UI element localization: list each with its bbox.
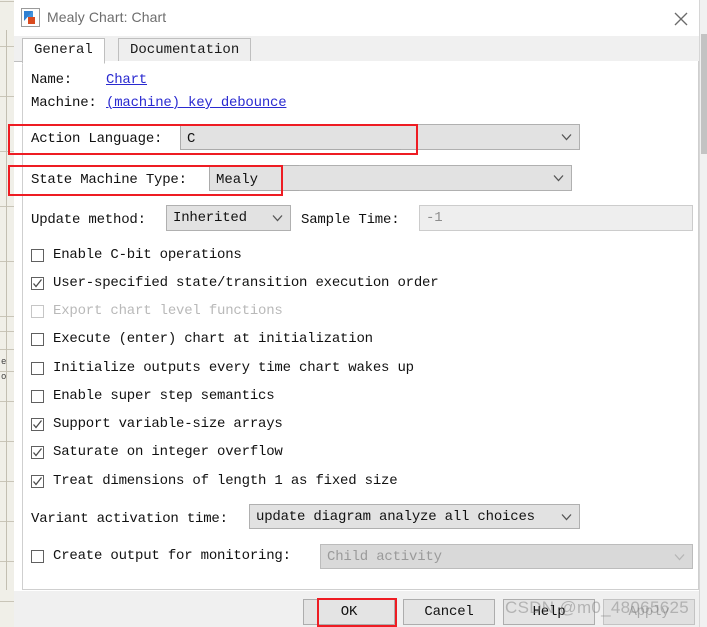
ok-button[interactable]: OK <box>303 599 395 625</box>
background-row <box>0 0 14 2</box>
background-row <box>0 440 14 442</box>
checkbox-box <box>31 445 44 459</box>
close-icon[interactable] <box>661 4 701 32</box>
sample-time-value: -1 <box>426 210 443 226</box>
checkbox-support-variable-size-arrays[interactable]: Support variable-size arrays <box>31 414 283 434</box>
checkbox-label: Enable super step semantics <box>53 388 275 404</box>
checkbox-user-specified-execution-order[interactable]: User-specified state/transition executio… <box>31 273 439 293</box>
background-row <box>0 95 14 97</box>
checkbox-box <box>31 361 44 375</box>
checkbox-label: Execute (enter) chart at initialization <box>53 331 373 347</box>
checkbox-box <box>31 304 44 318</box>
background-row <box>0 205 14 207</box>
background-row <box>0 150 14 152</box>
checkbox-enable-c-bit-operations[interactable]: Enable C-bit operations <box>31 245 242 265</box>
cancel-button[interactable]: Cancel <box>403 599 495 625</box>
action-language-label: Action Language: <box>31 131 163 147</box>
background-row <box>0 560 14 562</box>
checkbox-label: Treat dimensions of length 1 as fixed si… <box>53 473 398 489</box>
action-language-value-box[interactable] <box>180 124 401 150</box>
checkbox-box <box>31 549 44 563</box>
checkbox-initialize-outputs-every-time-chart-wakes-up[interactable]: Initialize outputs every time chart wake… <box>31 358 414 378</box>
machine-label: Machine: <box>31 95 97 111</box>
name-label: Name: <box>31 72 73 88</box>
variant-activation-time-value: update diagram analyze all choices <box>256 508 535 525</box>
background-row <box>0 260 14 262</box>
chevron-down-icon <box>561 130 572 145</box>
create-output-value: Child activity <box>327 548 442 565</box>
background-window-strip: eo <box>0 0 15 627</box>
checkbox-label: Export chart level functions <box>53 303 283 319</box>
checkbox-box <box>31 276 44 290</box>
checkbox-treat-dimensions-of-length-1-as-fixed-size[interactable]: Treat dimensions of length 1 as fixed si… <box>31 471 398 491</box>
dialog-footer: OK Cancel Help Apply <box>14 591 707 627</box>
state-machine-type-selected-text: Mealy <box>216 172 259 188</box>
checkbox-execute-enter-chart-at-initialization[interactable]: Execute (enter) chart at initialization <box>31 329 373 349</box>
checkbox-saturate-on-integer-overflow[interactable]: Saturate on integer overflow <box>31 442 283 462</box>
sample-time-label: Sample Time: <box>301 212 400 228</box>
checkbox-box <box>31 389 44 403</box>
help-button[interactable]: Help <box>503 599 595 625</box>
checkbox-label: Enable C-bit operations <box>53 247 242 263</box>
tab-documentation[interactable]: Documentation <box>118 38 252 63</box>
variant-activation-time-dropdown[interactable]: update diagram analyze all choices <box>249 504 580 529</box>
name-link[interactable]: Chart <box>106 72 147 88</box>
scrollbar-thumb[interactable] <box>701 34 707 154</box>
update-method-label: Update method: <box>31 212 146 228</box>
title-bar: Mealy Chart: Chart <box>14 0 707 37</box>
checkbox-export-chart-level-functions: Export chart level functions <box>31 301 283 321</box>
checkbox-enable-super-step-semantics[interactable]: Enable super step semantics <box>31 386 275 406</box>
checkbox-box <box>31 417 44 431</box>
tab-strip: General Documentation <box>14 36 707 64</box>
checkbox-label: Support variable-size arrays <box>53 416 283 432</box>
parent-window-scrollbar[interactable] <box>699 0 707 627</box>
state-machine-type-label: State Machine Type: <box>31 172 187 188</box>
create-output-label: Create output for monitoring: <box>53 548 291 564</box>
sample-time-input[interactable]: -1 <box>419 205 693 231</box>
background-row <box>0 45 14 47</box>
general-settings-pane: Name: Chart Machine: (machine) key debou… <box>22 61 699 590</box>
chevron-down-icon <box>553 171 564 186</box>
checkbox-box <box>31 248 44 262</box>
background-row <box>0 520 14 522</box>
chevron-down-icon <box>674 549 685 564</box>
chevron-down-icon <box>272 211 283 226</box>
checkbox-box <box>31 474 44 488</box>
window-title: Mealy Chart: Chart <box>47 9 167 25</box>
checkbox-label: Saturate on integer overflow <box>53 444 283 460</box>
background-row <box>0 600 14 602</box>
background-row <box>0 400 14 402</box>
mealy-chart-properties-dialog: Mealy Chart: Chart General Documentation… <box>14 0 707 627</box>
apply-button: Apply <box>603 599 695 625</box>
background-row <box>0 315 14 317</box>
stateflow-chart-icon <box>21 8 40 27</box>
checkbox-create-output-for-monitoring[interactable]: Create output for monitoring: <box>31 546 291 566</box>
chevron-down-icon <box>561 509 572 524</box>
checkbox-box <box>31 332 44 346</box>
background-window-divider <box>6 30 7 590</box>
update-method-dropdown[interactable]: Inherited <box>166 205 291 231</box>
background-row <box>0 480 14 482</box>
tab-general[interactable]: General <box>22 38 105 64</box>
update-method-value: Inherited <box>173 210 247 226</box>
create-output-monitoring-dropdown: Child activity <box>320 544 693 569</box>
checkbox-label: User-specified state/transition executio… <box>53 275 439 291</box>
background-row <box>0 348 14 350</box>
machine-link[interactable]: (machine) key debounce <box>106 95 287 111</box>
checkbox-label: Initialize outputs every time chart wake… <box>53 360 414 376</box>
background-row <box>0 330 14 332</box>
action-language-selected-text: C <box>187 131 196 147</box>
variant-activation-time-label: Variant activation time: <box>31 511 228 527</box>
